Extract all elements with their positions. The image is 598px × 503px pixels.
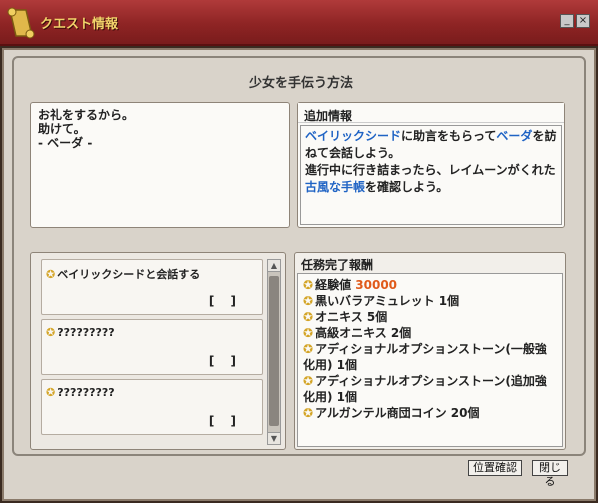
window-title-bar[interactable]: クエスト情報 _ ×: [0, 0, 598, 46]
locate-button[interactable]: 位置確認: [468, 460, 522, 476]
objective-item[interactable]: ✪????????? [ ]: [41, 379, 263, 435]
description-line: - ベーダ -: [38, 136, 93, 150]
star-icon: ✪: [46, 326, 56, 339]
star-icon: ✪: [303, 294, 314, 308]
reward-item: ✪ アディショナルオプションストーン(追加強化用) 1個: [303, 373, 557, 405]
minimize-button[interactable]: _: [560, 14, 574, 28]
objective-status: [ ]: [208, 294, 242, 308]
reward-item: ✪ アルガンテル商団コイン 20個: [303, 405, 557, 421]
reward-label: アディショナルオプションストーン(追加強化用) 1個: [303, 374, 547, 404]
info-text: に助言をもらって: [401, 129, 497, 143]
star-icon: ✪: [303, 326, 314, 340]
scroll-icon: [7, 7, 35, 39]
info-text: を訪: [532, 129, 557, 143]
reward-item: ✪ 高級オニキス 2個: [303, 325, 557, 341]
info-text: 進行中に行き詰まったら、レイムーンがくれた: [305, 163, 556, 177]
close-button[interactable]: 閉じる: [532, 460, 568, 488]
reward-label: アルガンテル商団コイン 20個: [315, 406, 480, 420]
exp-value: 30000: [355, 278, 398, 292]
info-text: ねて会話しよう。: [305, 146, 401, 160]
additional-info-box: 追加情報 ベイリックシードに助言をもらってベーダを訪 ねて会話しよう。 進行中に…: [297, 102, 565, 228]
star-icon: ✪: [303, 278, 314, 292]
star-icon: ✪: [303, 310, 314, 324]
reward-label: 高級オニキス 2個: [315, 326, 412, 340]
item-link-notebook[interactable]: 古風な手帳: [305, 180, 365, 194]
npc-link-beda[interactable]: ベーダ: [496, 129, 532, 143]
close-icon[interactable]: ×: [576, 14, 590, 28]
reward-item: ✪ 黒いバラアミュレット 1個: [303, 293, 557, 309]
objective-list[interactable]: ✪ ベイリックシードと会話する [ ] ✪????????? [ ] ✪?????…: [30, 252, 286, 450]
objective-name: ベイリックシードと会話する: [57, 268, 201, 281]
reward-label: 経験値: [315, 278, 352, 292]
objective-status: [ ]: [208, 414, 242, 428]
info-text: を確認しよう。: [365, 180, 449, 194]
description-line: お礼をするから。: [38, 108, 135, 122]
reward-item: ✪ 経験値 30000: [303, 277, 557, 293]
additional-info-heading: 追加情報: [298, 103, 564, 123]
scroll-down-icon[interactable]: ▼: [268, 432, 280, 444]
star-icon: ✪: [303, 374, 314, 388]
objective-name: ?????????: [57, 386, 115, 399]
reward-list: ✪ 経験値 30000 ✪ 黒いバラアミュレット 1個 ✪ オニキス 5個 ✪ 高級オニ…: [297, 273, 563, 447]
reward-box: 任務完了報酬 ✪ 経験値 30000 ✪ 黒いバラアミュレット 1個 ✪ オニキス 5…: [294, 252, 566, 450]
reward-label: オニキス 5個: [315, 310, 388, 324]
quest-panel: 少女を手伝う方法 お礼をするから。 助けて。 - ベーダ - 追加情報 ベイリッ…: [2, 48, 596, 501]
description-line: 助けて。: [38, 122, 86, 136]
objective-name: ?????????: [57, 326, 115, 339]
star-icon: ✪: [303, 406, 314, 420]
reward-heading: 任務完了報酬: [301, 258, 374, 272]
reward-label: 黒いバラアミュレット 1個: [315, 294, 460, 308]
objective-item[interactable]: ✪????????? [ ]: [41, 319, 263, 375]
scroll-up-icon[interactable]: ▲: [268, 260, 280, 272]
star-icon: ✪: [46, 386, 56, 399]
additional-info-text: ベイリックシードに助言をもらってベーダを訪 ねて会話しよう。 進行中に行き詰まっ…: [300, 125, 562, 225]
star-icon: ✪: [46, 268, 56, 281]
reward-item: ✪ オニキス 5個: [303, 309, 557, 325]
objective-item[interactable]: ✪ ベイリックシードと会話する [ ]: [41, 259, 263, 315]
objective-status: [ ]: [208, 354, 242, 368]
star-icon: ✪: [303, 342, 314, 356]
quest-description: お礼をするから。 助けて。 - ベーダ -: [30, 102, 290, 228]
objective-scrollbar[interactable]: ▲ ▼: [267, 259, 281, 445]
scroll-thumb[interactable]: [269, 276, 279, 426]
quest-title: 少女を手伝う方法: [248, 76, 353, 91]
window-title: クエスト情報: [40, 17, 119, 32]
npc-link-bailick[interactable]: ベイリックシード: [305, 129, 401, 143]
reward-label: アディショナルオプションストーン(一般強化用) 1個: [303, 342, 547, 372]
reward-item: ✪ アディショナルオプションストーン(一般強化用) 1個: [303, 341, 557, 373]
